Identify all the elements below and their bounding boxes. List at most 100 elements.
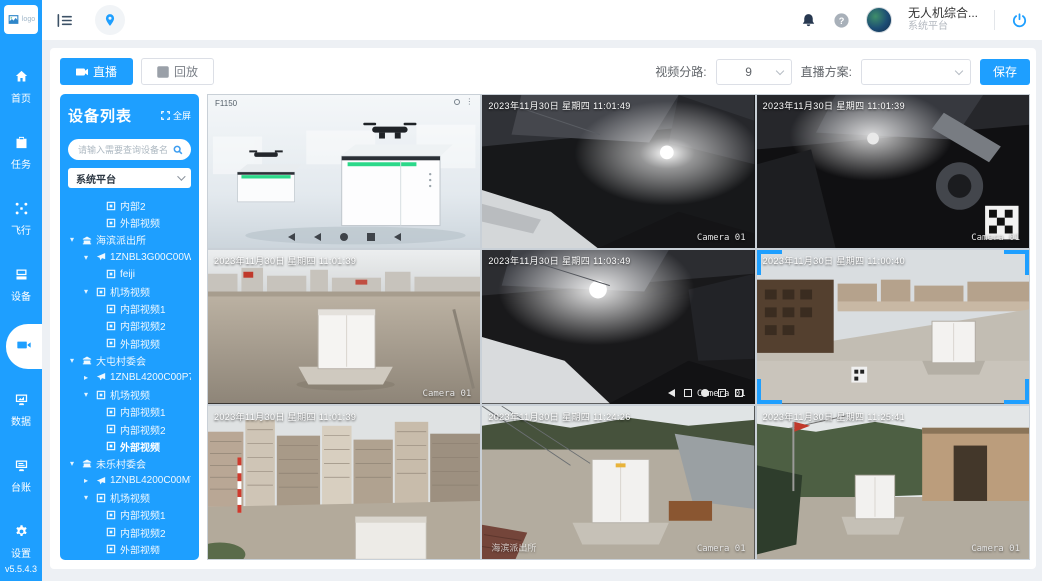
video-cell-9[interactable]: 2023年11月30日 星期四 11:25:41Camera 01 xyxy=(757,406,1029,559)
fullscreen-button[interactable]: 全屏 xyxy=(161,109,191,122)
home-icon xyxy=(14,69,29,87)
logout-power-button[interactable] xyxy=(1011,12,1028,29)
expander-right-icon[interactable]: ▸ xyxy=(84,476,92,485)
tree-item[interactable]: ▾1ZNBL3G00C00WR xyxy=(68,249,191,266)
expander-down-icon[interactable]: ▾ xyxy=(70,235,78,244)
sidebar: logo 首页任务飞行设备数据台账设置 v5.5.4.3 xyxy=(0,0,42,581)
expander-down-icon[interactable]: ▾ xyxy=(84,287,92,296)
tree-item-label: 机场视频 xyxy=(110,284,150,299)
tree-item[interactable]: ▾海滨派出所 xyxy=(68,231,191,248)
tree-item[interactable]: ▸ 1ZNBL4200C00M7 xyxy=(68,472,191,489)
device-panel-header: 设备列表 全屏 xyxy=(68,105,191,126)
device-tree: 内部2外部视频▾海滨派出所▾1ZNBL3G00C00WRfeiji▾机场视频内部… xyxy=(68,197,191,554)
playback-icon xyxy=(157,66,169,78)
notification-bell-icon xyxy=(800,12,817,29)
video-cell-2[interactable]: 2023年11月30日 星期四 11:01:49Camera 01 xyxy=(482,95,754,248)
settings-icon xyxy=(14,524,29,542)
fullscreen-label: 全屏 xyxy=(173,109,191,122)
avatar[interactable] xyxy=(866,7,892,33)
sidebar-item-home[interactable]: 首页 xyxy=(0,60,42,114)
tree-item[interactable]: 外部视频 xyxy=(68,438,191,455)
tree-item-label: 外部视频 xyxy=(120,215,160,230)
sidebar-item-data[interactable]: 数据 xyxy=(0,383,42,437)
location-button[interactable] xyxy=(95,5,125,35)
video-cell-1[interactable]: F1150⋮ xyxy=(208,95,480,248)
expander-down-icon[interactable]: ▾ xyxy=(84,253,92,262)
tree-item[interactable]: feiji xyxy=(68,266,191,283)
save-button[interactable]: 保存 xyxy=(980,59,1030,85)
sidebar-item-flight[interactable]: 飞行 xyxy=(0,192,42,246)
tree-item[interactable]: 内部视频1 xyxy=(68,300,191,317)
tree-item-label: 内部视频1 xyxy=(120,507,166,522)
live-plan-select[interactable] xyxy=(861,59,971,85)
toolbar-row: 直播 回放 视频分路: 9 xyxy=(60,58,1030,85)
tree-item[interactable]: 内部视频2 xyxy=(68,524,191,541)
volume-mute-icon[interactable] xyxy=(288,233,295,241)
record-icon[interactable] xyxy=(340,233,348,241)
tree-item[interactable]: 内部视频1 xyxy=(68,506,191,523)
fullscreen-icon[interactable] xyxy=(735,389,743,397)
platform-select[interactable]: 系统平台 xyxy=(68,168,191,188)
tree-item[interactable]: ▾大屯村委会 xyxy=(68,352,191,369)
sidebar-item-device[interactable]: 设备 xyxy=(0,258,42,312)
expander-down-icon[interactable]: ▾ xyxy=(70,356,78,365)
player-controls xyxy=(208,233,480,241)
tree-item-label: 内部视频1 xyxy=(120,301,166,316)
video-node-icon xyxy=(96,493,106,503)
split-count-select[interactable]: 9 xyxy=(716,59,792,85)
volume-icon[interactable] xyxy=(668,389,675,397)
stop-icon[interactable] xyxy=(367,233,375,241)
more-icon[interactable]: ⋮ xyxy=(465,99,473,105)
tab-live[interactable]: 直播 xyxy=(60,58,133,85)
device-icon xyxy=(14,267,29,285)
app-version: v5.5.4.3 xyxy=(0,564,42,574)
prev-icon[interactable] xyxy=(314,233,321,241)
expander-down-icon[interactable]: ▾ xyxy=(84,390,92,399)
tree-item-label: 1ZNBL4200C00M7 xyxy=(110,475,191,486)
zoom-icon[interactable] xyxy=(454,99,460,105)
expander-down-icon[interactable]: ▾ xyxy=(84,493,92,502)
tree-item[interactable]: ▾机场视频 xyxy=(68,489,191,506)
toolbar-right: 视频分路: 9 直播方案: 保存 xyxy=(655,59,1030,85)
video-cell-7[interactable]: 2023年11月30日 星期四 11:01:39 xyxy=(208,406,480,559)
tab-live-label: 直播 xyxy=(93,63,117,80)
tree-item[interactable]: 外部视频 xyxy=(68,335,191,352)
device-search-input[interactable] xyxy=(76,144,169,156)
help-icon: ? xyxy=(833,12,850,29)
help-button[interactable]: ? xyxy=(833,12,850,29)
tree-item[interactable]: ▾ 机场视频 xyxy=(68,283,191,300)
tree-item[interactable]: 外部视频 xyxy=(68,541,191,554)
expander-right-icon[interactable]: ▸ xyxy=(84,373,92,382)
video-cell-6[interactable]: 2023年11月30日 星期四 11:00:40 xyxy=(757,250,1029,403)
sidebar-item-ledger[interactable]: 台账 xyxy=(0,449,42,503)
menu-collapse-button[interactable] xyxy=(56,12,73,29)
tree-item[interactable]: ▸1ZNBL4200C00P7 xyxy=(68,369,191,386)
video-cell-8[interactable]: 2023年11月30日 星期四 11:24:26Camera 01海滨派出所 xyxy=(482,406,754,559)
tree-item[interactable]: ▾机场视频 xyxy=(68,386,191,403)
tree-item[interactable]: 内部2 xyxy=(68,197,191,214)
volume-icon[interactable] xyxy=(394,233,401,241)
record-icon[interactable] xyxy=(701,389,709,397)
tree-item[interactable]: 内部视频2 xyxy=(68,420,191,437)
sidebar-item-label: 设备 xyxy=(11,288,31,303)
notification-bell-button[interactable] xyxy=(800,12,817,29)
tree-item[interactable]: ▾未乐村委会 xyxy=(68,455,191,472)
sidebar-item-settings[interactable]: 设置 xyxy=(0,515,42,569)
video-cell-4[interactable]: 2023年11月30日 星期四 11:01:39Camera 01 xyxy=(208,250,480,403)
tree-item[interactable]: 外部视频 xyxy=(68,214,191,231)
expander-down-icon[interactable]: ▾ xyxy=(70,459,78,468)
video-cell-5[interactable]: 2023年11月30日 星期四 11:03:49Camera 01 xyxy=(482,250,754,403)
yard-dock-video-frame xyxy=(482,406,754,559)
tree-item[interactable]: 内部视频2 xyxy=(68,317,191,334)
video-cell-3[interactable]: 2023年11月30日 星期四 11:01:39Camera 01 xyxy=(757,95,1029,248)
pan-icon[interactable] xyxy=(718,389,726,397)
tab-playback[interactable]: 回放 xyxy=(141,58,214,85)
rooftop-selected-video-frame xyxy=(757,250,1029,403)
sidebar-item-label: 任务 xyxy=(11,156,31,171)
search-icon xyxy=(173,145,183,155)
tree-item[interactable]: 内部视频1 xyxy=(68,403,191,420)
sidebar-item-video[interactable] xyxy=(6,324,42,369)
video-node-icon xyxy=(106,407,116,417)
snapshot-icon[interactable] xyxy=(684,389,692,397)
sidebar-item-task[interactable]: 任务 xyxy=(0,126,42,180)
